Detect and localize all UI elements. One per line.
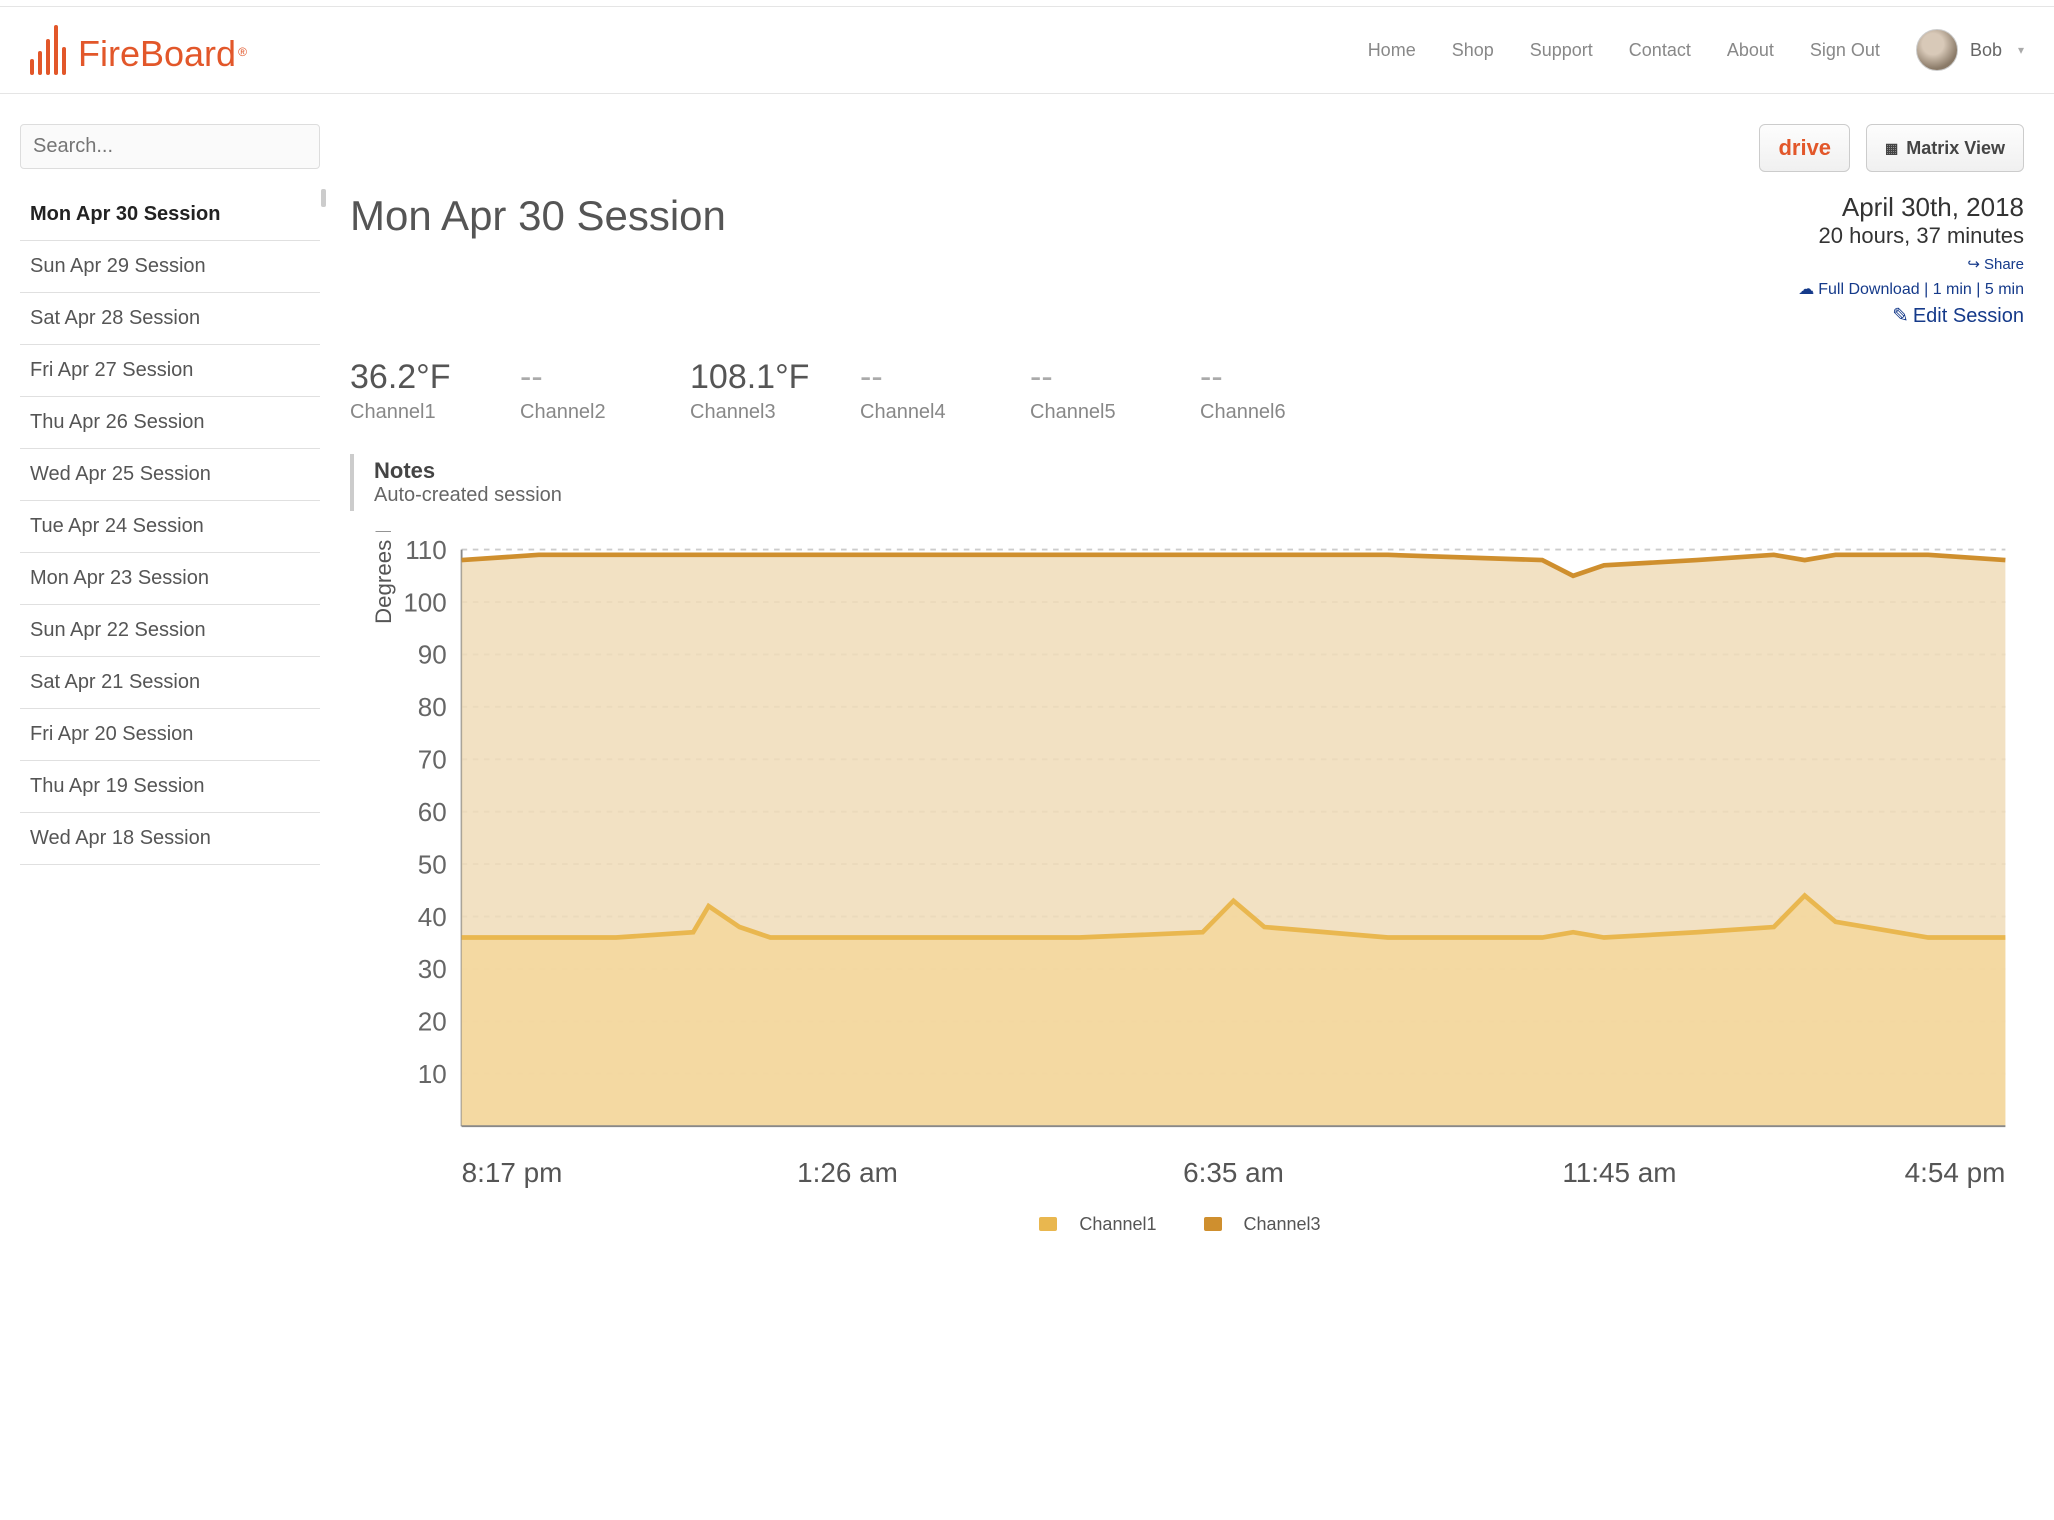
- sidebar-session-item[interactable]: Sun Apr 29 Session: [20, 241, 320, 293]
- sidebar-session-item[interactable]: Thu Apr 19 Session: [20, 761, 320, 813]
- sidebar-session-item[interactable]: Sat Apr 28 Session: [20, 293, 320, 345]
- svg-text:20: 20: [418, 1007, 447, 1037]
- svg-text:Degrees F: Degrees F: [371, 531, 396, 624]
- brand-logo[interactable]: FireBoard ®: [30, 25, 245, 75]
- channel-value: 36.2°F: [350, 358, 490, 397]
- sidebar-session-item[interactable]: Wed Apr 18 Session: [20, 813, 320, 865]
- sidebar-session-item[interactable]: Sun Apr 22 Session: [20, 605, 320, 657]
- session-list: Mon Apr 30 SessionSun Apr 29 SessionSat …: [20, 189, 320, 865]
- svg-text:50: 50: [418, 849, 447, 879]
- registered-mark: ®: [238, 45, 247, 59]
- svg-text:90: 90: [418, 640, 447, 670]
- chevron-down-icon: ▾: [2018, 43, 2024, 57]
- session-title: Mon Apr 30 Session: [350, 192, 726, 240]
- svg-text:4:54 pm: 4:54 pm: [1905, 1157, 2006, 1188]
- channel-value: --: [1030, 358, 1170, 397]
- download-5min-link[interactable]: 5 min: [1985, 281, 2024, 298]
- svg-text:40: 40: [418, 902, 447, 932]
- sidebar-session-item[interactable]: Fri Apr 27 Session: [20, 345, 320, 397]
- svg-text:60: 60: [418, 797, 447, 827]
- full-download-link[interactable]: ☁Full Download: [1798, 281, 1919, 298]
- nav-contact[interactable]: Contact: [1629, 40, 1691, 61]
- channel-readout: -- Channel4: [860, 358, 1000, 424]
- svg-text:110: 110: [405, 535, 446, 565]
- sidebar-session-item[interactable]: Fri Apr 20 Session: [20, 709, 320, 761]
- channel-readout: -- Channel6: [1200, 358, 1340, 424]
- share-icon: ↪: [1967, 256, 1980, 273]
- nav-home[interactable]: Home: [1368, 40, 1416, 61]
- matrix-view-button[interactable]: ▦ Matrix View: [1866, 124, 2024, 172]
- user-name: Bob: [1970, 40, 2002, 61]
- legend-channel1: Channel1: [1039, 1214, 1170, 1235]
- channel-label: Channel2: [520, 401, 660, 424]
- channel-readout: -- Channel2: [520, 358, 660, 424]
- share-link[interactable]: ↪Share: [1967, 256, 2024, 273]
- session-date: April 30th, 2018: [1798, 192, 2024, 223]
- svg-text:100: 100: [403, 587, 446, 617]
- sidebar-session-item[interactable]: Thu Apr 26 Session: [20, 397, 320, 449]
- nav-about[interactable]: About: [1727, 40, 1774, 61]
- channel-value: --: [860, 358, 1000, 397]
- nav-support[interactable]: Support: [1530, 40, 1593, 61]
- svg-text:30: 30: [418, 954, 447, 984]
- svg-text:70: 70: [418, 745, 447, 775]
- channel-label: Channel4: [860, 401, 1000, 424]
- temperature-chart[interactable]: 10 20 30 40 50 60 70 80 90 100 110 Degrees F 8:17 pm…: [350, 531, 2024, 1201]
- logo-bars-icon: [30, 25, 66, 75]
- user-menu[interactable]: Bob ▾: [1916, 29, 2024, 71]
- matrix-view-label: Matrix View: [1906, 138, 2005, 159]
- sidebar-session-item[interactable]: Mon Apr 23 Session: [20, 553, 320, 605]
- channel-readout: 108.1°F Channel3: [690, 358, 830, 424]
- cloud-download-icon: ☁: [1798, 281, 1814, 298]
- session-duration: 20 hours, 37 minutes: [1798, 223, 2024, 249]
- svg-text:1:26 am: 1:26 am: [797, 1157, 898, 1188]
- legend-channel3: Channel3: [1204, 1214, 1335, 1235]
- channel-label: Channel6: [1200, 401, 1340, 424]
- notes-body: Auto-created session: [374, 484, 2024, 507]
- notes-block: Notes Auto-created session: [350, 454, 2024, 511]
- brand-text: FireBoard: [78, 33, 236, 75]
- nav-signout[interactable]: Sign Out: [1810, 40, 1880, 61]
- channel-readouts: 36.2°F Channel1 -- Channel2 108.1°F Channel3 -…: [350, 358, 2024, 424]
- channel-value: 108.1°F: [690, 358, 830, 397]
- sidebar-session-item[interactable]: Tue Apr 24 Session: [20, 501, 320, 553]
- svg-text:10: 10: [418, 1059, 447, 1089]
- channel-value: --: [520, 358, 660, 397]
- channel-label: Channel1: [350, 401, 490, 424]
- search-input[interactable]: [20, 124, 320, 169]
- edit-session-link[interactable]: ✎Edit Session: [1892, 305, 2024, 327]
- svg-text:80: 80: [418, 692, 447, 722]
- svg-text:6:35 am: 6:35 am: [1183, 1157, 1284, 1188]
- channel-readout: 36.2°F Channel1: [350, 358, 490, 424]
- avatar: [1916, 29, 1958, 71]
- sidebar-session-item[interactable]: Sat Apr 21 Session: [20, 657, 320, 709]
- channel-readout: -- Channel5: [1030, 358, 1170, 424]
- notes-title: Notes: [374, 458, 2024, 484]
- svg-text:11:45 am: 11:45 am: [1562, 1157, 1676, 1188]
- channel-label: Channel5: [1030, 401, 1170, 424]
- channel-value: --: [1200, 358, 1340, 397]
- pencil-icon: ✎: [1892, 305, 1909, 327]
- channel-label: Channel3: [690, 401, 830, 424]
- nav-shop[interactable]: Shop: [1452, 40, 1494, 61]
- drive-button[interactable]: drive: [1759, 124, 1850, 172]
- sidebar-session-item[interactable]: Wed Apr 25 Session: [20, 449, 320, 501]
- grid-icon: ▦: [1885, 140, 1898, 157]
- sidebar-session-item[interactable]: Mon Apr 30 Session: [20, 189, 320, 241]
- download-1min-link[interactable]: 1 min: [1933, 281, 1972, 298]
- svg-text:8:17 pm: 8:17 pm: [462, 1157, 563, 1188]
